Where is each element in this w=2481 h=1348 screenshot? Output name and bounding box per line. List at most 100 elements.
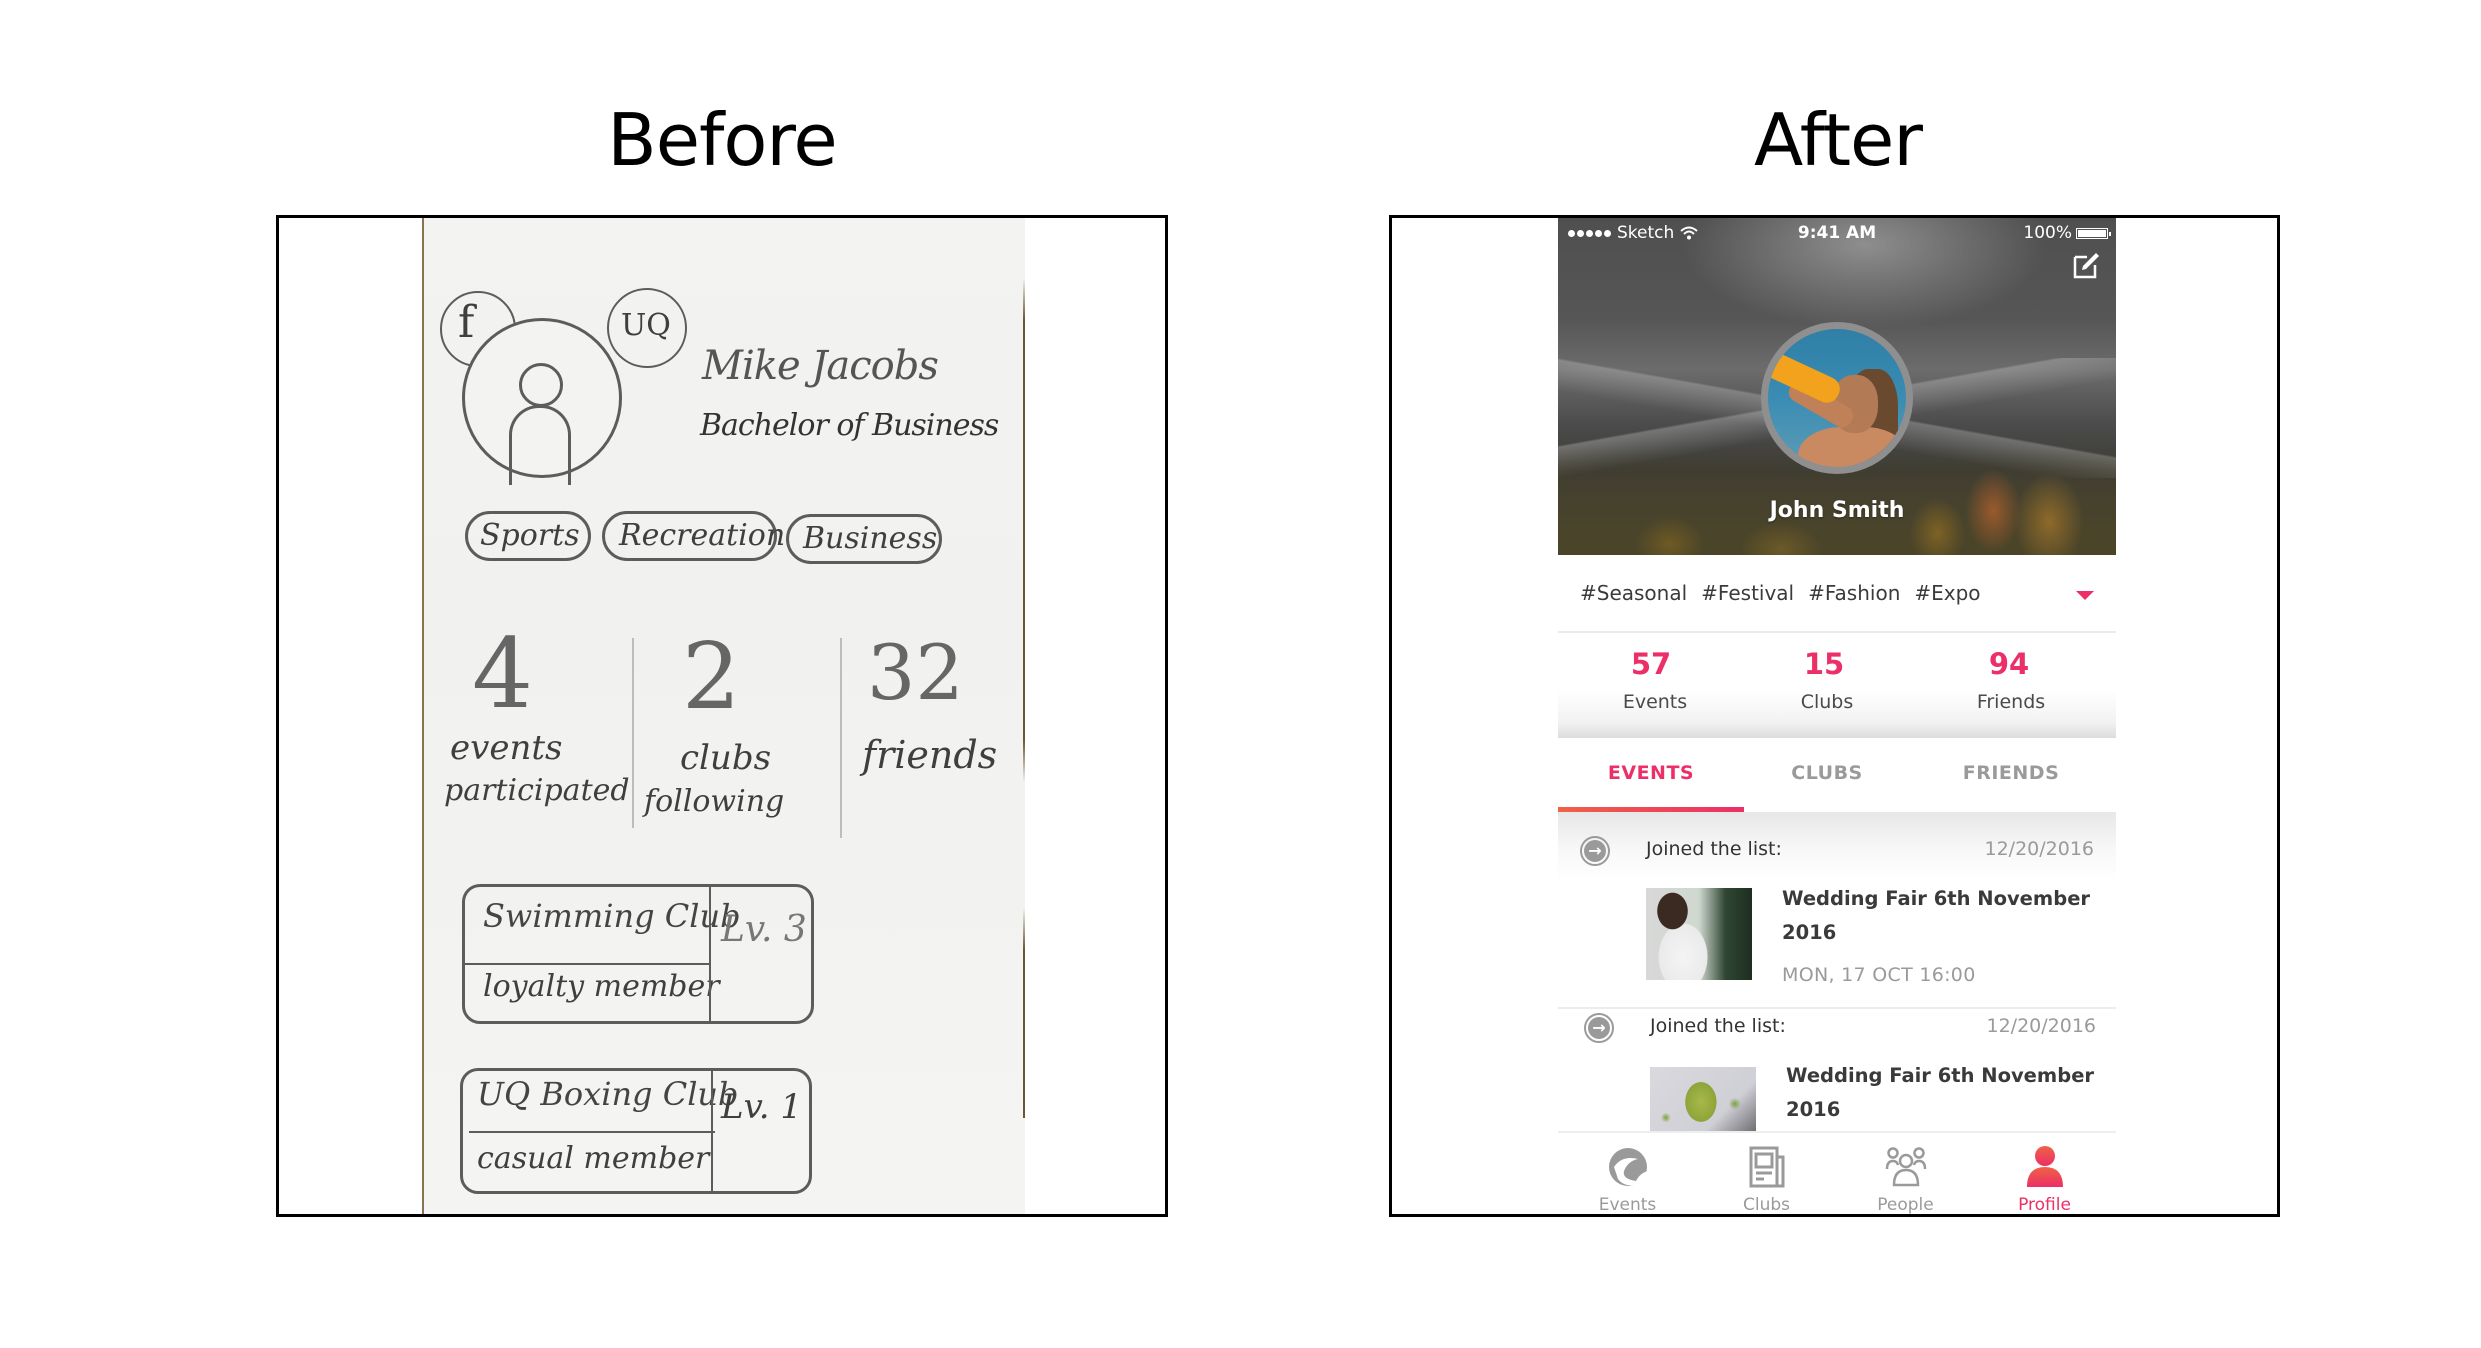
newspaper-icon: [1749, 1146, 1784, 1188]
people-icon: [1885, 1147, 1926, 1187]
sketch-stat-label: participated: [444, 773, 630, 808]
sketch-stat-value: 4: [472, 618, 534, 730]
battery-percentage: 100%: [2023, 223, 2072, 243]
status-bar: Sketch 9:41 AM 100%: [1558, 218, 2116, 250]
tag[interactable]: #Festival: [1701, 581, 1794, 605]
sketch-stat-label: following: [644, 784, 785, 819]
feed-item[interactable]: → Joined the list: 12/20/2016 Wedding Fa…: [1558, 812, 2116, 1007]
event-thumbnail[interactable]: [1646, 888, 1752, 980]
feed-item[interactable]: → Joined the list: 12/20/2016 Wedding Fa…: [1558, 1007, 2116, 1132]
bottom-navigation: Events Clubs People Profile: [1558, 1131, 2116, 1214]
events-icon: [1608, 1148, 1648, 1186]
battery-icon: [2076, 227, 2111, 239]
event-title-line: Wedding Fair 6th November: [1786, 1064, 2095, 1087]
edit-profile-icon[interactable]: [2072, 250, 2102, 280]
nav-label: Events: [1598, 1195, 1657, 1214]
before-frame: f UQ Mike Jacobs Bachelor of Business Sp…: [276, 215, 1168, 1217]
profile-stats: 57 Events 15 Clubs 94 Friends: [1558, 633, 2116, 738]
sketch-club-level: Lv. 3: [721, 909, 807, 950]
tab-friends[interactable]: FRIENDS: [1918, 740, 2104, 812]
tag[interactable]: #Fashion: [1808, 581, 1900, 605]
profile-avatar[interactable]: [1761, 322, 1913, 474]
status-time: 9:41 AM: [1797, 223, 1877, 243]
sketch-avatar-head: [519, 363, 563, 407]
sketch-tag: Business: [786, 514, 942, 564]
profile-icon: [2026, 1146, 2063, 1187]
nav-profile[interactable]: Profile: [1975, 1133, 2114, 1214]
sketch-avatar: [462, 318, 622, 485]
event-thumbnail[interactable]: [1650, 1067, 1756, 1132]
carrier-name: Sketch: [1617, 223, 1675, 243]
sketch-stat-value: 2: [682, 623, 741, 730]
nav-label: Profile: [2018, 1195, 2071, 1214]
sketch-club-level: Lv. 1: [721, 1087, 802, 1127]
sketch-stat-value: 32: [867, 628, 964, 717]
nav-label: People: [1877, 1195, 1934, 1214]
sketch-badge-uq: UQ: [607, 288, 687, 368]
sketch-club-membership: casual member: [477, 1141, 710, 1176]
after-frame: Sketch 9:41 AM 100% John Smith #Seasonal…: [1389, 215, 2280, 1217]
tab-events[interactable]: EVENTS: [1558, 740, 1744, 812]
sketch-divider: [840, 638, 842, 838]
tag[interactable]: #Seasonal: [1580, 581, 1687, 605]
feed-date: 12/20/2016: [1986, 1015, 2096, 1037]
stat-label: Events: [1622, 691, 1688, 713]
feed-action: Joined the list:: [1650, 1015, 1786, 1037]
event-title-line: 2016: [1782, 921, 1837, 944]
event-title-line: Wedding Fair 6th November: [1782, 887, 2091, 910]
expand-tags-caret-icon[interactable]: [2076, 591, 2094, 600]
profile-tabs: EVENTS CLUBS FRIENDS: [1558, 740, 2116, 812]
wifi-icon: [1680, 226, 1698, 240]
sketch-stat-label: events: [450, 728, 563, 768]
sketch-badge-facebook-label: f: [458, 297, 475, 348]
activity-feed: → Joined the list: 12/20/2016 Wedding Fa…: [1558, 812, 2116, 1132]
sketch-stat-label: clubs: [680, 738, 772, 778]
nav-people[interactable]: People: [1836, 1133, 1975, 1214]
sketch-club-card-divider: [465, 963, 711, 965]
tag[interactable]: #Expo: [1914, 581, 1980, 605]
stat-label: Friends: [1976, 691, 2046, 713]
event-title[interactable]: Wedding Fair 6th November 2016: [1782, 882, 2096, 950]
sketch-paper: f UQ Mike Jacobs Bachelor of Business Sp…: [422, 218, 1025, 1214]
sketch-name: Mike Jacobs: [702, 343, 939, 389]
nav-events[interactable]: Events: [1558, 1133, 1697, 1214]
sketch-club-card: UQ Boxing Club casual member Lv. 1: [460, 1068, 812, 1194]
sketch-tag-label: Business: [803, 521, 938, 556]
stat-friends[interactable]: 94 Friends: [1946, 647, 2076, 713]
sketch-degree: Bachelor of Business: [700, 408, 999, 443]
signal-icon: [1568, 229, 1611, 237]
sketch-club-name: Swimming Club: [483, 897, 741, 935]
nav-label: Clubs: [1742, 1195, 1790, 1214]
profile-screen: Sketch 9:41 AM 100% John Smith #Seasonal…: [1558, 218, 2116, 1214]
stat-value: 94: [1988, 647, 2030, 681]
event-title[interactable]: Wedding Fair 6th November 2016: [1786, 1059, 2096, 1127]
sketch-tag-label: Recreation: [619, 518, 786, 553]
tab-clubs[interactable]: CLUBS: [1734, 740, 1920, 812]
sketch-divider: [632, 638, 634, 828]
sketch-tag: Recreation: [602, 511, 785, 561]
sketch-club-card-vdivider: [711, 1071, 713, 1191]
sketch-badge-uq-label: UQ: [621, 308, 671, 343]
feed-date: 12/20/2016: [1984, 838, 2094, 860]
event-title-line: 2016: [1786, 1098, 1841, 1121]
before-heading: Before: [607, 98, 837, 182]
stat-label: Clubs: [1800, 691, 1854, 713]
stat-value: 57: [1630, 647, 1672, 681]
sketch-club-card-divider: [469, 1131, 715, 1133]
stat-value: 15: [1803, 647, 1845, 681]
profile-name: John Smith: [1769, 498, 1905, 523]
profile-header: Sketch 9:41 AM 100% John Smith: [1558, 218, 2116, 555]
joined-arrow-icon: →: [1580, 836, 1610, 866]
sketch-tag: Sports: [465, 511, 591, 561]
sketch-tag-label: Sports: [480, 518, 580, 553]
stat-clubs[interactable]: 15 Clubs: [1762, 647, 1892, 713]
sketch-stat-label: friends: [862, 733, 998, 777]
sketch-club-card: Swimming Club loyalty member Lv. 3: [462, 884, 814, 1024]
sketch-club-membership: loyalty member: [483, 969, 720, 1004]
interest-tags: #Seasonal #Festival #Fashion #Expo: [1558, 555, 2116, 633]
nav-clubs[interactable]: Clubs: [1697, 1133, 1836, 1214]
sketch-club-card-vdivider: [709, 887, 711, 1021]
event-time: MON, 17 OCT 16:00: [1782, 964, 1976, 986]
sketch-avatar-body: [509, 405, 571, 485]
stat-events[interactable]: 57 Events: [1590, 647, 1720, 713]
